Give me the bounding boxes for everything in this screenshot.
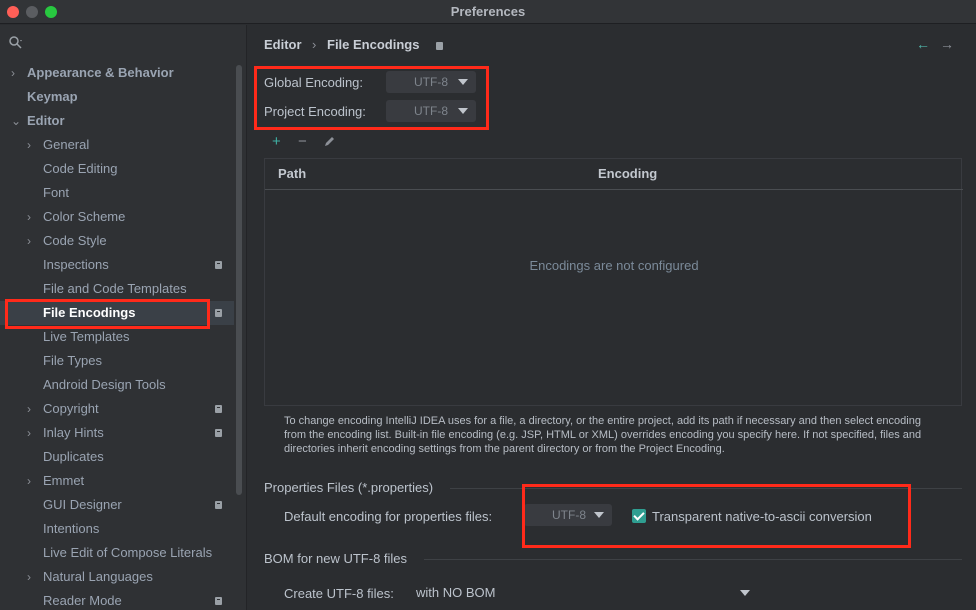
breadcrumb-separator-icon: › [312, 37, 317, 52]
highlight-box-encodings [254, 66, 489, 130]
chevron-right-icon[interactable]: › [27, 565, 39, 589]
project-level-icon [215, 597, 222, 605]
sidebar-item-label: Color Scheme [43, 209, 126, 224]
sidebar-item[interactable]: Live Edit of Compose Literals [0, 541, 234, 565]
chevron-right-icon[interactable]: › [27, 397, 39, 421]
chevron-right-icon[interactable]: › [27, 469, 39, 493]
sidebar-scrollbar[interactable] [236, 65, 242, 495]
sidebar-item-label: Android Design Tools [43, 377, 166, 392]
edit-icon[interactable] [323, 135, 336, 148]
highlight-box-sidebar [5, 299, 210, 329]
sidebar-item-label: File Types [43, 353, 103, 368]
settings-sidebar: › Appearance & Behavior Keymap ⌄ Editor › Gene… [0, 25, 247, 610]
bom-value: with NO BOM [416, 585, 496, 600]
sidebar-item[interactable]: › Emmet [0, 469, 234, 493]
search-icon[interactable] [8, 35, 24, 51]
sidebar-item-label: Editor [27, 113, 65, 128]
sidebar-item[interactable]: Inspections [0, 253, 234, 277]
column-header-encoding[interactable]: Encoding [598, 166, 657, 181]
table-header: Path Encoding [265, 159, 963, 190]
project-level-icon [215, 429, 222, 437]
sidebar-item[interactable]: File Types [0, 349, 234, 373]
sidebar-item[interactable]: › Color Scheme [0, 205, 234, 229]
bom-create-label: Create UTF-8 files: [284, 586, 394, 601]
bom-section-title: BOM for new UTF-8 files [264, 551, 408, 566]
sidebar-item-label: Duplicates [43, 449, 104, 464]
add-icon[interactable]: + [272, 133, 281, 150]
sidebar-item[interactable]: › Appearance & Behavior [0, 61, 234, 85]
sidebar-item-label: GUI Designer [43, 497, 122, 512]
sidebar-item[interactable]: Code Editing [0, 157, 234, 181]
sidebar-item-label: Copyright [43, 401, 99, 416]
chevron-down-icon[interactable]: ⌄ [11, 109, 23, 133]
chevron-right-icon[interactable]: › [27, 205, 39, 229]
sidebar-item[interactable]: › Code Style [0, 229, 234, 253]
sidebar-item[interactable]: › Inlay Hints [0, 421, 234, 445]
project-level-icon [215, 309, 222, 317]
chevron-right-icon[interactable]: › [27, 133, 39, 157]
sidebar-item-label: Emmet [43, 473, 85, 488]
sidebar-item[interactable]: Android Design Tools [0, 373, 234, 397]
sidebar-item[interactable]: ⌄ Editor [0, 109, 234, 133]
sidebar-item-label: Keymap [27, 89, 78, 104]
sidebar-item[interactable]: Duplicates [0, 445, 234, 469]
sidebar-item[interactable]: Reader Mode [0, 589, 234, 610]
back-arrow-icon[interactable]: ← [916, 36, 930, 52]
sidebar-item[interactable]: Font [0, 181, 234, 205]
sidebar-item-label: Natural Languages [43, 569, 153, 584]
sidebar-item[interactable]: Intentions [0, 517, 234, 541]
table-empty-text: Encodings are not configured [529, 258, 699, 273]
help-text: To change encoding IntelliJ IDEA uses fo… [284, 415, 922, 455]
main-panel: Editor › File Encodings ← → Global Encod… [248, 25, 976, 610]
sidebar-item[interactable]: Keymap [0, 85, 234, 109]
sidebar-item[interactable]: › General [0, 133, 234, 157]
sidebar-item-label: Code Editing [43, 161, 118, 176]
sidebar-item-label: File and Code Templates [43, 281, 187, 296]
sidebar-item-label: Font [43, 185, 70, 200]
chevron-right-icon[interactable]: › [27, 229, 39, 253]
sidebar-item-label: Intentions [43, 521, 100, 536]
encodings-table[interactable]: Path Encoding Encodings are not configur… [264, 158, 963, 406]
sidebar-item[interactable]: GUI Designer [0, 493, 234, 517]
section-divider [424, 559, 962, 560]
breadcrumb-current: File Encodings [327, 37, 420, 52]
project-level-icon [436, 42, 443, 50]
project-level-icon [215, 261, 222, 269]
chevron-right-icon[interactable]: › [27, 421, 39, 445]
sidebar-item-label: General [43, 137, 90, 152]
remove-icon[interactable]: − [298, 133, 307, 150]
properties-section-title: Properties Files (*.properties) [264, 480, 434, 495]
sidebar-item-label: Inspections [43, 257, 109, 272]
sidebar-item-label: Inlay Hints [43, 425, 104, 440]
sidebar-item[interactable]: › Natural Languages [0, 565, 234, 589]
sidebar-item-label: Code Style [43, 233, 107, 248]
forward-arrow-icon[interactable]: → [940, 36, 954, 52]
sidebar-item-label: Reader Mode [43, 593, 122, 608]
sidebar-item-label: Live Edit of Compose Literals [43, 545, 213, 560]
breadcrumb-parent[interactable]: Editor [264, 37, 302, 52]
project-level-icon [215, 405, 222, 413]
chevron-right-icon[interactable]: › [11, 61, 23, 85]
sidebar-item[interactable]: › Copyright [0, 397, 234, 421]
project-level-icon [215, 501, 222, 509]
chevron-down-icon [740, 590, 750, 596]
highlight-box-properties [522, 484, 911, 548]
title-bar: Preferences [0, 0, 976, 24]
window-title: Preferences [450, 4, 526, 19]
bom-combo[interactable]: with NO BOM [406, 582, 758, 604]
properties-default-label: Default encoding for properties files: [284, 509, 493, 524]
sidebar-item-label: Appearance & Behavior [27, 65, 174, 80]
sidebar-item[interactable]: File and Code Templates [0, 277, 234, 301]
column-header-path[interactable]: Path [278, 166, 306, 181]
